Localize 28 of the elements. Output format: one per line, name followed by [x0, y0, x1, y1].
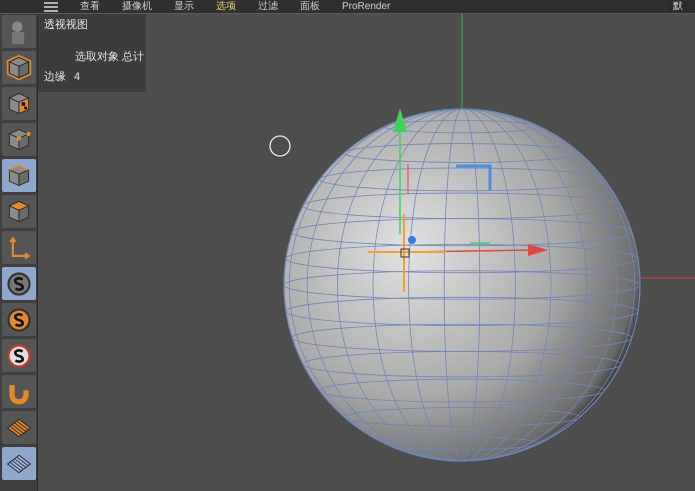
tool-button[interactable]	[2, 87, 36, 120]
tool-button[interactable]	[2, 447, 36, 480]
menu-label: 默	[669, 2, 687, 12]
menu-icon[interactable]	[44, 2, 58, 12]
viewport-title: 透视视图	[43, 18, 89, 33]
menu-item[interactable]: 摄像机	[122, 2, 152, 12]
menu-item[interactable]: 显示	[174, 2, 194, 12]
corner-mark-icon	[456, 164, 492, 190]
tool-button[interactable]	[2, 51, 36, 84]
tool-button[interactable]	[2, 303, 36, 336]
menu-item[interactable]: 选项	[216, 2, 236, 12]
cube-icon	[4, 54, 32, 82]
menu-item[interactable]: ProRender	[342, 2, 390, 12]
tool-button[interactable]	[2, 339, 36, 372]
cursor-circle-icon	[269, 135, 291, 157]
menu-item[interactable]: 查看	[80, 2, 100, 12]
stats-header: 选取对象 总计	[74, 50, 146, 64]
snap-icon	[4, 306, 32, 334]
menu-item[interactable]: 面板	[300, 2, 320, 12]
tool-button[interactable]	[2, 123, 36, 156]
menu-item[interactable]: 过滤	[258, 2, 278, 12]
snap-icon	[4, 342, 32, 370]
stats-value: 4	[74, 70, 80, 85]
tool-button[interactable]	[2, 195, 36, 228]
snap-icon	[4, 270, 32, 298]
tool-button[interactable]	[2, 159, 36, 192]
tool-button[interactable]	[2, 267, 36, 300]
stats-label: 边缘	[44, 70, 66, 85]
